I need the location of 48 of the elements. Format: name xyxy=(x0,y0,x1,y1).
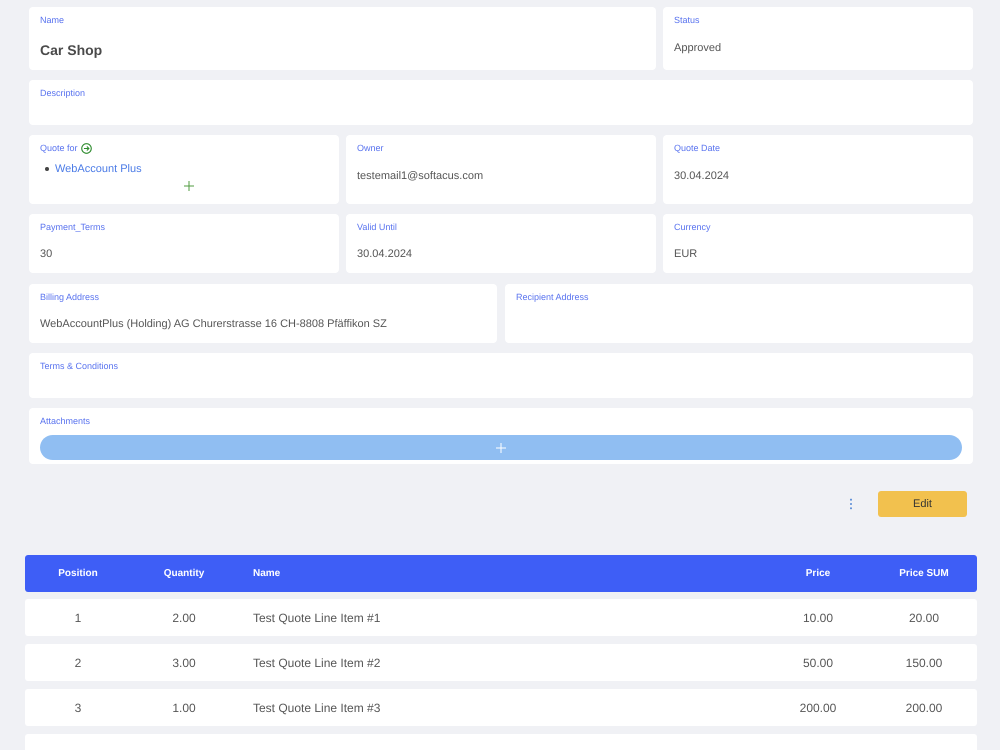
field-label: Payment_Terms xyxy=(40,222,106,233)
table-cell-text: 2 xyxy=(74,656,82,670)
field-value: Approved xyxy=(674,41,722,56)
plus-icon[interactable] xyxy=(184,181,194,191)
field-label: Currency xyxy=(674,222,712,233)
plus-icon xyxy=(496,442,506,452)
table-cell-text: 50.00 xyxy=(802,656,834,670)
field-value: testemail1@softacus.com xyxy=(357,169,484,184)
field-value: EUR xyxy=(674,247,698,262)
column-header: Name xyxy=(252,568,282,579)
bullet-icon xyxy=(45,167,49,171)
three-dots-icon[interactable] xyxy=(849,498,853,510)
table-cell-text: 200.00 xyxy=(798,700,838,714)
field-value: 30.04.2024 xyxy=(674,169,730,184)
account-link[interactable]: WebAccount Plus xyxy=(55,162,142,176)
column-header: Position xyxy=(57,568,99,579)
table-cell-text: 10.00 xyxy=(802,610,834,624)
arrow-circle-icon[interactable] xyxy=(80,143,92,154)
field-label: Owner xyxy=(357,143,385,154)
field-label: Description xyxy=(40,88,86,99)
table-cell-text: 2.00 xyxy=(171,610,197,624)
field-label: Quote for xyxy=(40,143,78,154)
field-label: Quote Date xyxy=(674,143,722,154)
field-label: Attachments xyxy=(40,416,92,427)
field-label: Name xyxy=(40,15,66,26)
table-cell-text: 3 xyxy=(74,700,82,714)
field-label: Terms & Conditions xyxy=(40,361,120,372)
table-cell-text: 150.00 xyxy=(904,656,944,670)
field-label: Valid Until xyxy=(357,222,398,233)
column-header: Quantity xyxy=(162,568,206,579)
field-value: 30 xyxy=(40,247,54,262)
table-cell-text: 1 xyxy=(74,610,82,624)
table-cell-text: 1.00 xyxy=(171,700,197,714)
field-label: Status xyxy=(674,15,701,26)
table-cell-text: 3.00 xyxy=(171,656,197,670)
table-cell-text: Test Quote Line Item #2 xyxy=(252,656,382,670)
field-value: Car Shop xyxy=(40,41,104,59)
column-header: Price xyxy=(804,568,832,579)
field-value: 30.04.2024 xyxy=(357,247,414,262)
table-cell-text: 20.00 xyxy=(908,610,940,624)
field-label: Recipient Address xyxy=(516,292,590,303)
table-cell-text: 200.00 xyxy=(904,700,944,714)
table-cell-text: Test Quote Line Item #3 xyxy=(252,700,382,714)
field-label: Billing Address xyxy=(40,292,100,303)
field-value: WebAccountPlus (Holding) AG Churerstrasse 16 CH-8808 Pfäffikon SZ xyxy=(40,317,388,332)
column-header: Price SUM xyxy=(898,568,950,579)
table-cell-text: Test Quote Line Item #1 xyxy=(252,610,382,624)
edit-button[interactable]: Edit xyxy=(878,491,967,517)
